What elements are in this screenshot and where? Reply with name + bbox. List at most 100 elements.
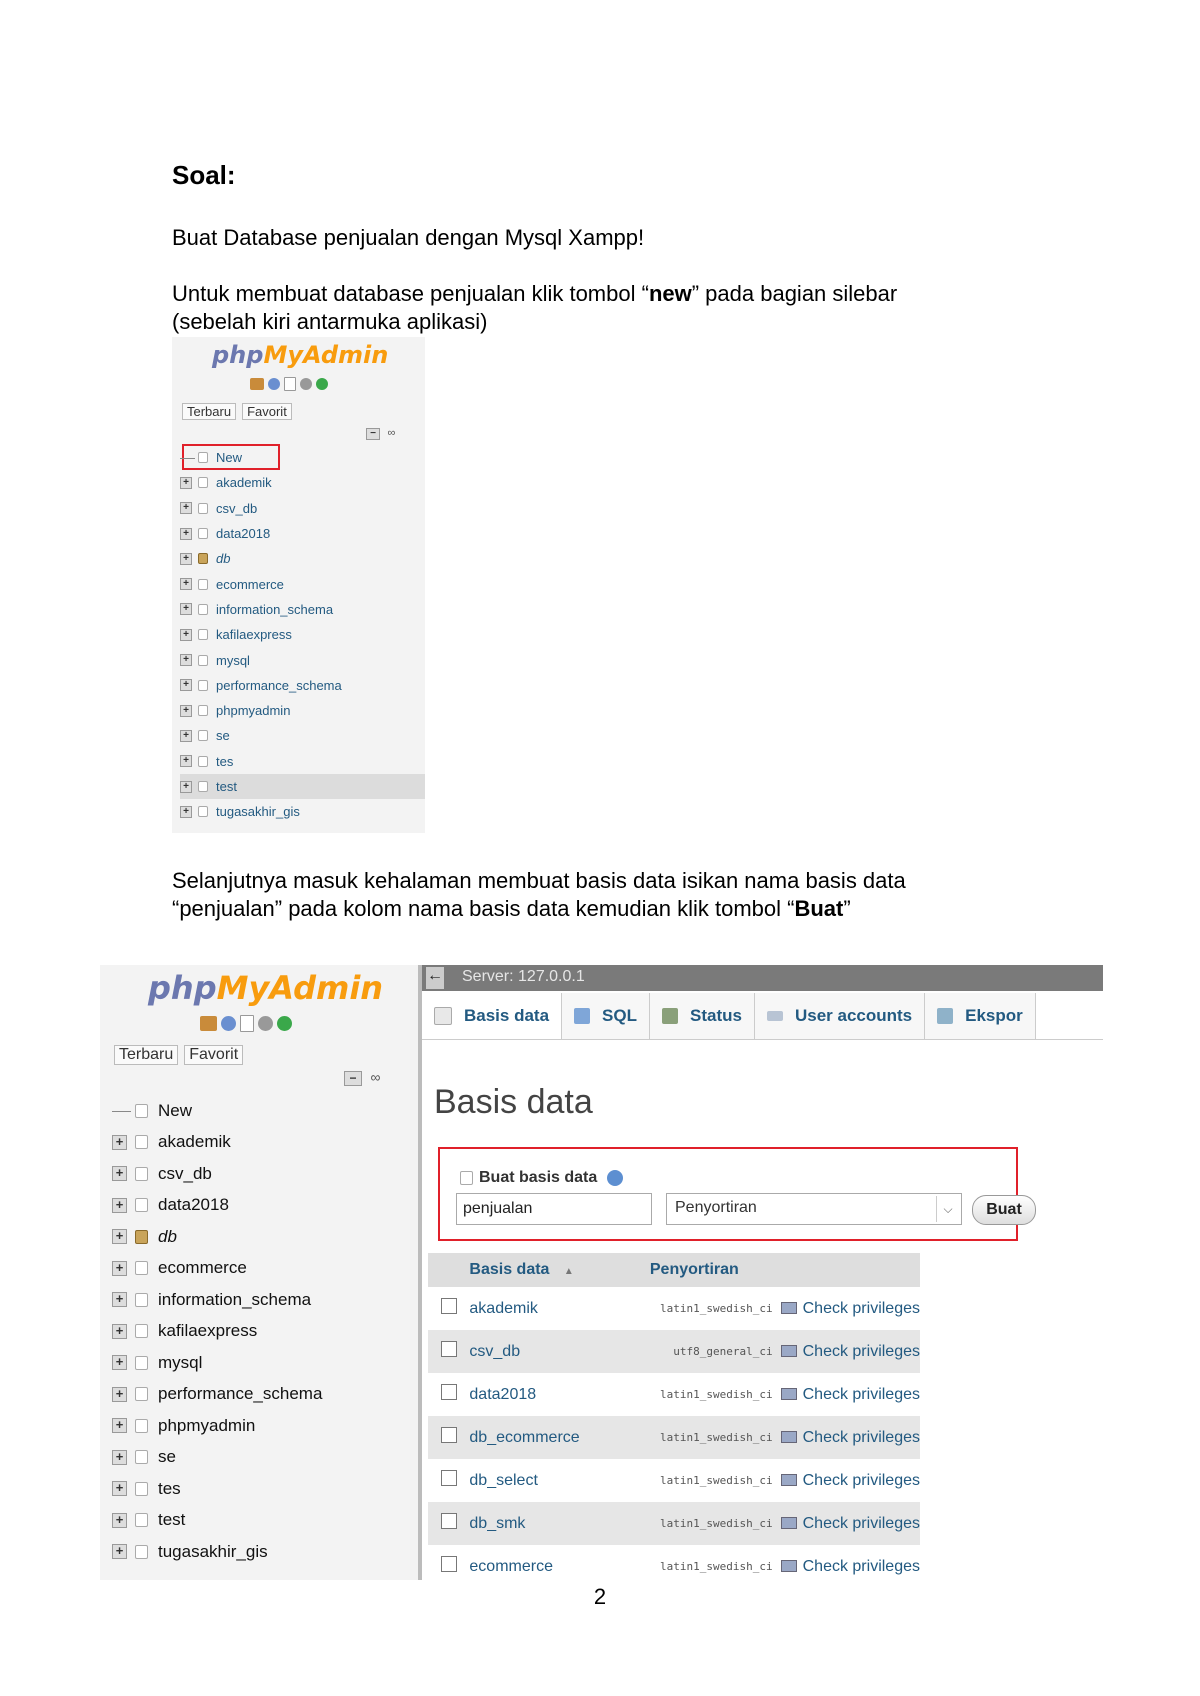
expand-plus-icon[interactable]: +: [180, 603, 192, 616]
home-icon[interactable]: [200, 1016, 217, 1031]
expand-plus-icon[interactable]: +: [112, 1292, 127, 1308]
sidebar-item-new[interactable]: New: [180, 445, 425, 470]
server-breadcrumb[interactable]: Server: 127.0.0.1: [462, 968, 585, 986]
sidebar-item-database[interactable]: + akademik: [180, 470, 425, 495]
collapse-all-icon[interactable]: −: [366, 428, 380, 440]
sidebar-item-database[interactable]: + data2018: [112, 1190, 412, 1222]
sidebar-item-database[interactable]: + information_schema: [112, 1284, 412, 1316]
sidebar-item-database[interactable]: + csv_db: [112, 1158, 412, 1190]
sidebar-item-database[interactable]: + se: [112, 1442, 412, 1474]
settings-gear-icon[interactable]: [300, 378, 312, 390]
tab-sql[interactable]: SQL: [562, 993, 650, 1039]
expand-plus-icon[interactable]: +: [180, 628, 192, 641]
database-name-link[interactable]: db_ecommerce: [469, 1416, 632, 1459]
database-name-link[interactable]: data2018: [469, 1373, 631, 1416]
expand-plus-icon[interactable]: +: [112, 1481, 127, 1497]
expand-plus-icon[interactable]: +: [112, 1134, 127, 1150]
expand-plus-icon[interactable]: +: [112, 1386, 127, 1402]
sidebar-item-new[interactable]: New: [112, 1095, 412, 1127]
docs-icon[interactable]: [284, 377, 296, 391]
expand-plus-icon[interactable]: +: [112, 1260, 127, 1276]
sidebar-item-database[interactable]: + phpmyadmin: [112, 1410, 412, 1442]
database-name-link[interactable]: ecommerce: [469, 1545, 631, 1580]
reload-icon[interactable]: [277, 1016, 292, 1031]
column-header-collation[interactable]: Penyortiran: [631, 1253, 920, 1287]
row-checkbox[interactable]: [428, 1459, 469, 1502]
tab-recent[interactable]: Terbaru: [114, 1045, 179, 1065]
expand-plus-icon[interactable]: +: [112, 1323, 127, 1339]
create-button[interactable]: Buat: [972, 1195, 1036, 1225]
expand-plus-icon[interactable]: +: [112, 1418, 127, 1434]
expand-plus-icon[interactable]: +: [180, 502, 192, 515]
sidebar-item-database[interactable]: + tugasakhir_gis: [180, 799, 425, 824]
row-checkbox[interactable]: [428, 1287, 469, 1330]
collapse-link-icons[interactable]: − ∞: [344, 1069, 380, 1087]
expand-plus-icon[interactable]: +: [180, 729, 192, 742]
tab-databases[interactable]: Basis data: [422, 993, 563, 1039]
logout-icon[interactable]: [268, 378, 280, 390]
sidebar-item-database[interactable]: + tugasakhir_gis: [112, 1536, 412, 1568]
sidebar-item-database[interactable]: + tes: [180, 749, 425, 774]
sidebar-item-database[interactable]: + information_schema: [180, 597, 425, 622]
tab-recent[interactable]: Terbaru: [182, 403, 237, 420]
docs-icon[interactable]: [240, 1015, 254, 1032]
expand-plus-icon[interactable]: +: [180, 780, 192, 793]
sidebar-item-database[interactable]: + test: [180, 773, 425, 800]
check-privileges-link[interactable]: Check privileges: [780, 1545, 920, 1580]
expand-plus-icon[interactable]: +: [180, 578, 192, 591]
expand-plus-icon[interactable]: +: [112, 1197, 127, 1213]
database-name-link[interactable]: db_select: [469, 1459, 631, 1502]
database-name-link[interactable]: csv_db: [469, 1330, 632, 1373]
link-chain-icon[interactable]: ∞: [387, 427, 395, 439]
row-checkbox[interactable]: [428, 1502, 470, 1545]
row-checkbox[interactable]: [428, 1330, 470, 1373]
expand-plus-icon[interactable]: +: [180, 476, 192, 489]
sidebar-item-database[interactable]: + akademik: [112, 1127, 412, 1159]
sidebar-item-database[interactable]: + mysql: [180, 647, 425, 672]
check-privileges-link[interactable]: Check privileges: [780, 1330, 920, 1373]
expand-plus-icon[interactable]: +: [180, 527, 192, 540]
check-privileges-link[interactable]: Check privileges: [780, 1287, 920, 1330]
collation-select[interactable]: Penyortiran ⌵: [666, 1193, 962, 1225]
check-privileges-link[interactable]: Check privileges: [780, 1459, 920, 1502]
tab-user-accounts[interactable]: User accounts: [754, 993, 926, 1039]
database-name-link[interactable]: db_smk: [469, 1502, 632, 1545]
link-chain-icon[interactable]: ∞: [370, 1069, 380, 1085]
expand-plus-icon[interactable]: +: [112, 1449, 127, 1465]
sidebar-item-database[interactable]: + csv_db: [180, 496, 425, 521]
tab-status[interactable]: Status: [650, 993, 755, 1039]
sidebar-item-database[interactable]: + mysql: [112, 1347, 412, 1379]
sidebar-item-database[interactable]: + kafilaexpress: [180, 622, 425, 647]
sidebar-item-database[interactable]: + test: [112, 1505, 412, 1537]
row-checkbox[interactable]: [428, 1373, 469, 1416]
collapse-link-icons[interactable]: − ∞: [366, 423, 395, 441]
help-icon[interactable]: [607, 1170, 624, 1186]
home-icon[interactable]: [250, 378, 264, 390]
expand-plus-icon[interactable]: +: [112, 1355, 127, 1371]
sidebar-item-database[interactable]: + performance_schema: [180, 673, 425, 698]
expand-plus-icon[interactable]: +: [180, 704, 192, 717]
expand-plus-icon[interactable]: +: [180, 755, 192, 768]
chevron-down-icon[interactable]: ⌵: [936, 1196, 959, 1222]
sidebar-item-database[interactable]: + ecommerce: [112, 1253, 412, 1285]
row-checkbox[interactable]: [428, 1545, 469, 1580]
expand-plus-icon[interactable]: +: [180, 679, 192, 692]
tab-export[interactable]: Ekspor: [925, 993, 1036, 1039]
expand-plus-icon[interactable]: +: [180, 654, 192, 667]
column-header-database[interactable]: Basis data ▲: [469, 1253, 632, 1287]
sidebar-item-database[interactable]: + phpmyadmin: [180, 698, 425, 723]
check-privileges-link[interactable]: Check privileges: [780, 1416, 920, 1459]
sidebar-item-database[interactable]: + ecommerce: [180, 571, 425, 596]
sidebar-item-database[interactable]: + performance_schema: [112, 1379, 412, 1411]
expand-plus-icon[interactable]: +: [180, 552, 192, 565]
expand-plus-icon[interactable]: +: [180, 805, 192, 818]
logout-icon[interactable]: [221, 1016, 236, 1031]
sidebar-item-database[interactable]: + se: [180, 723, 425, 748]
expand-plus-icon[interactable]: +: [112, 1544, 127, 1560]
collapse-all-icon[interactable]: −: [344, 1071, 362, 1086]
sidebar-item-database[interactable]: + db: [180, 546, 425, 571]
check-privileges-link[interactable]: Check privileges: [780, 1373, 920, 1416]
sidebar-item-database[interactable]: + data2018: [180, 521, 425, 546]
expand-plus-icon[interactable]: +: [112, 1166, 127, 1182]
sidebar-item-database[interactable]: + db: [112, 1221, 412, 1253]
